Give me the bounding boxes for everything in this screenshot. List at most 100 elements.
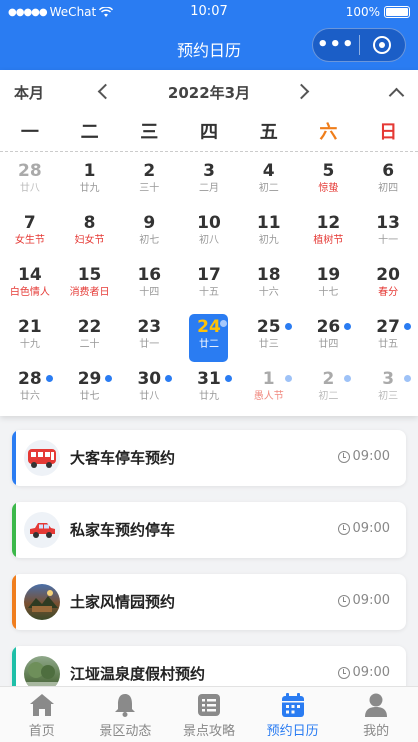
car-icon xyxy=(24,512,60,548)
day-number: 1 xyxy=(83,161,96,181)
appointment-time: 09:00 xyxy=(337,449,390,464)
calendar-day[interactable]: 19 十七 xyxy=(299,260,359,312)
weekday-header: 一 二 三 四 五 六 日 xyxy=(0,118,418,152)
day-number: 24 xyxy=(197,317,221,337)
appointment-card[interactable]: 大客车停车预约 09:00 xyxy=(12,430,406,486)
calendar-day[interactable]: 11 初九 xyxy=(239,208,299,260)
lunar-date: 十六 xyxy=(258,287,279,298)
calendar-day[interactable]: 3 初三 xyxy=(358,364,418,416)
clock-icon xyxy=(337,594,350,607)
calendar-day[interactable]: 28 廿八 xyxy=(0,156,60,208)
view-mode-label[interactable]: 本月 xyxy=(14,82,44,103)
accent-bar xyxy=(12,430,16,486)
day-number: 3 xyxy=(203,161,215,181)
appointment-card[interactable]: 私家车预约停车 09:00 xyxy=(12,502,406,558)
close-miniprogram-button[interactable] xyxy=(359,36,405,54)
lunar-date: 初七 xyxy=(139,235,160,246)
calendar-day[interactable]: 1 廿九 xyxy=(60,156,120,208)
day-number: 20 xyxy=(376,265,400,285)
calendar-day[interactable]: 22 二十 xyxy=(60,312,120,364)
day-number: 6 xyxy=(382,161,395,181)
calendar-day[interactable]: 20 春分 xyxy=(358,260,418,312)
tab-guides[interactable]: 景点攻略 xyxy=(167,687,251,742)
festival-label: 女生节 xyxy=(14,235,45,246)
calendar-day[interactable]: 8 妇女节 xyxy=(60,208,120,260)
battery-icon xyxy=(384,6,410,18)
calendar-day[interactable]: 6 初四 xyxy=(358,156,418,208)
calendar-day[interactable]: 3 二月 xyxy=(179,156,239,208)
calendar-day[interactable]: 4 初二 xyxy=(239,156,299,208)
tab-mine[interactable]: 我的 xyxy=(334,687,418,742)
battery-percent: 100% xyxy=(345,5,380,19)
calendar-day[interactable]: 18 十六 xyxy=(239,260,299,312)
miniprogram-capsule: ••• xyxy=(312,28,406,62)
appointment-card[interactable]: 土家风情园预约 09:00 xyxy=(12,574,406,630)
calendar-day[interactable]: 29 廿七 xyxy=(60,364,120,416)
calendar-day[interactable]: 13 十一 xyxy=(358,208,418,260)
lunar-date: 初二 xyxy=(318,391,339,402)
lunar-date: 初四 xyxy=(378,183,399,194)
calendar-day[interactable]: 15 消费者日 xyxy=(60,260,120,312)
calendar-day[interactable]: 17 十五 xyxy=(179,260,239,312)
calendar-day[interactable]: 9 初七 xyxy=(119,208,179,260)
lunar-date: 廿七 xyxy=(79,391,100,402)
day-number: 11 xyxy=(256,213,281,233)
day-number: 7 xyxy=(23,213,36,233)
clock-icon xyxy=(337,450,350,463)
bell-icon xyxy=(84,690,168,720)
tab-scenic-news[interactable]: 景区动态 xyxy=(84,687,168,742)
tab-booking-calendar[interactable]: 预约日历 xyxy=(251,687,335,742)
festival-label: 春分 xyxy=(378,287,399,298)
day-grid: 28 廿八 1 廿九 2 三十 3 二月 4 初二 5 惊蛰 6 初四 7 女生节 8 妇女节 9 初七 10 初八 11 初… xyxy=(0,156,418,416)
collapse-calendar-button[interactable] xyxy=(388,78,405,107)
calendar-day[interactable]: 2 三十 xyxy=(119,156,179,208)
calendar-day[interactable]: 5 惊蛰 xyxy=(299,156,359,208)
booking-indicator-dot xyxy=(284,323,292,330)
chevron-up-icon xyxy=(388,87,405,104)
calendar-day[interactable]: 2 初二 xyxy=(299,364,359,416)
calendar-day[interactable]: 16 十四 xyxy=(119,260,179,312)
lunar-date: 廿八 xyxy=(19,183,40,194)
lunar-date: 十五 xyxy=(198,287,219,298)
calendar-day[interactable]: 28 廿六 xyxy=(0,364,60,416)
lunar-date: 廿二 xyxy=(198,339,219,350)
calendar-day-today[interactable]: 24 廿二 xyxy=(179,312,239,364)
calendar-day[interactable]: 30 廿八 xyxy=(119,364,179,416)
calendar-day[interactable]: 14 白色情人 xyxy=(0,260,60,312)
appointment-name: 土家风情园预约 xyxy=(70,593,176,611)
festival-label: 消费者日 xyxy=(69,287,110,298)
tab-home[interactable]: 首页 xyxy=(0,687,84,742)
tab-bar: 首页 景区动态 景点攻略 预约日历 我的 xyxy=(0,686,418,742)
calendar-day[interactable]: 31 廿九 xyxy=(179,364,239,416)
status-bar: ●●●●● WeChat 10:07 100% xyxy=(0,0,418,24)
appointment-name: 江垭温泉度假村预约 xyxy=(70,665,206,683)
booking-indicator-dot xyxy=(404,323,411,330)
calendar-day[interactable]: 21 十九 xyxy=(0,312,60,364)
calendar-day[interactable]: 1 愚人节 xyxy=(239,364,299,416)
calendar-day[interactable]: 23 廿一 xyxy=(119,312,179,364)
lunar-date: 初三 xyxy=(378,391,399,402)
weekday-label: 四 xyxy=(199,122,218,143)
day-number: 15 xyxy=(77,265,102,285)
more-menu-button[interactable]: ••• xyxy=(313,30,359,60)
calendar-icon xyxy=(251,690,335,720)
day-number: 19 xyxy=(316,265,341,285)
calendar-day[interactable]: 26 廿四 xyxy=(299,312,359,364)
day-number: 28 xyxy=(18,161,42,181)
prev-month-button[interactable] xyxy=(97,78,114,103)
day-number: 10 xyxy=(197,213,221,233)
weekday-label-saturday: 六 xyxy=(319,122,338,143)
calendar-day[interactable]: 25 廿三 xyxy=(239,312,299,364)
calendar-day[interactable]: 12 植树节 xyxy=(299,208,359,260)
calendar-day[interactable]: 27 廿五 xyxy=(358,312,418,364)
day-number: 18 xyxy=(256,265,281,285)
lunar-date: 初二 xyxy=(258,183,279,194)
lunar-date: 廿三 xyxy=(258,339,279,350)
day-number: 4 xyxy=(262,161,275,181)
calendar-day[interactable]: 7 女生节 xyxy=(0,208,60,260)
accent-bar xyxy=(12,502,16,558)
calendar-day[interactable]: 10 初八 xyxy=(179,208,239,260)
next-month-button[interactable] xyxy=(293,78,310,103)
festival-label: 白色情人 xyxy=(9,287,50,298)
day-number: 22 xyxy=(77,317,102,337)
